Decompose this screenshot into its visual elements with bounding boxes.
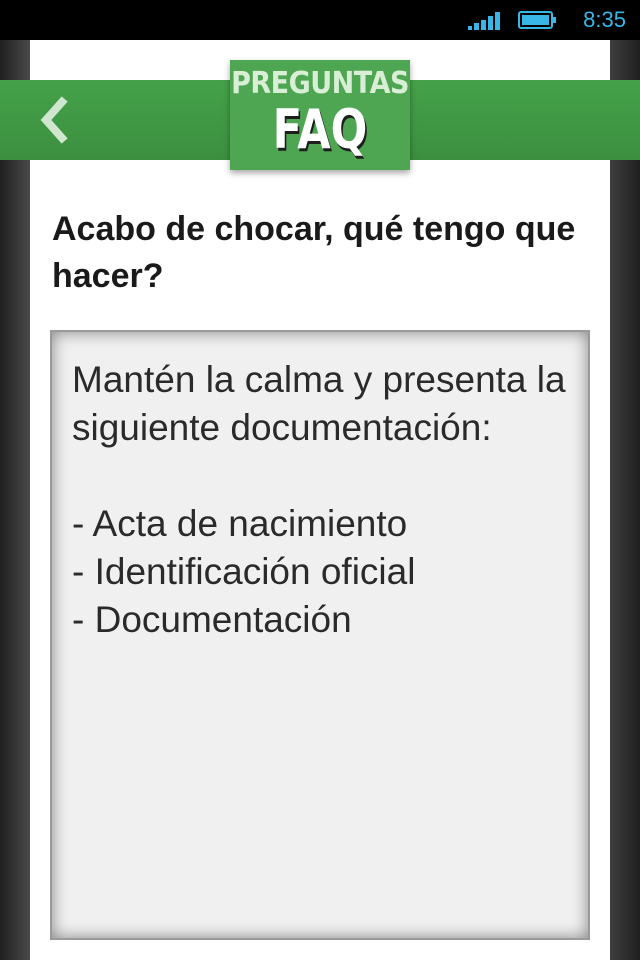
back-button[interactable]	[32, 96, 80, 144]
faq-logo: PREGUNTAS FAQ	[230, 60, 410, 170]
logo-subtitle: PREGUNTAS	[231, 66, 409, 101]
battery-icon	[518, 11, 556, 29]
clock: 8:35	[583, 7, 626, 32]
question-title: Acabo de chocar, qué tengo que hacer?	[52, 210, 576, 295]
chevron-left-icon	[40, 96, 68, 144]
logo-title: FAQ	[272, 98, 368, 161]
answer-box: Mantén la calma y presenta la siguiente …	[50, 330, 590, 940]
signal-bars-icon	[468, 12, 500, 30]
answer-text: Mantén la calma y presenta la siguiente …	[72, 359, 566, 640]
status-bar: 8:35	[0, 0, 640, 40]
